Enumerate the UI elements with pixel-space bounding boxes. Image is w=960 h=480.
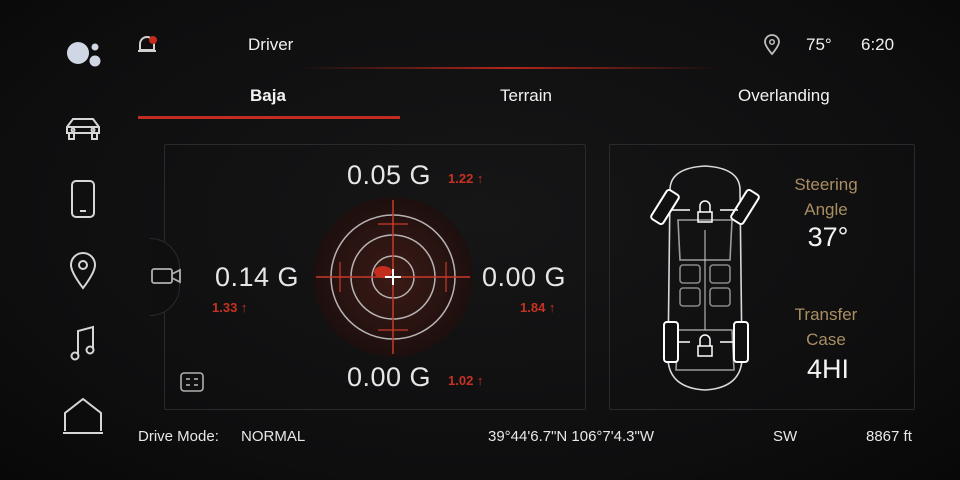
tab-overlanding[interactable]: Overlanding bbox=[738, 86, 830, 106]
steering-angle-value: 37° bbox=[807, 222, 849, 252]
offroad-screen: Driver 75° 6:20 Baja Terrain Overlanding… bbox=[0, 0, 960, 480]
assistant-button[interactable] bbox=[48, 28, 118, 78]
gforce-right-value: 0.00 G bbox=[482, 262, 567, 292]
steering-label-line2: Angle bbox=[804, 200, 848, 219]
steering-angle-label: Steering Angle bbox=[780, 172, 872, 222]
top-divider bbox=[300, 67, 720, 69]
notification-icon[interactable] bbox=[136, 34, 158, 56]
gforce-bottom-value: 0.00 G bbox=[347, 362, 432, 392]
transfer-case-value: 4HI bbox=[806, 354, 850, 384]
clock: 6:20 bbox=[861, 35, 895, 54]
navigation-button[interactable] bbox=[48, 246, 118, 296]
tilt-icon[interactable] bbox=[178, 368, 206, 396]
gforce-left-peak: 1.33 ↑ bbox=[212, 300, 248, 315]
gforce-left-value: 0.14 G bbox=[215, 262, 300, 292]
music-icon bbox=[70, 325, 95, 361]
drive-mode-value[interactable]: NORMAL bbox=[241, 428, 305, 445]
temperature: 75° bbox=[806, 35, 832, 54]
gps-coordinates: 39°44'6.7"N 106°7'4.3"W bbox=[488, 428, 654, 445]
phone-button[interactable] bbox=[48, 174, 118, 224]
gforce-right-peak: 1.84 ↑ bbox=[520, 300, 556, 315]
transfer-label-line2: Case bbox=[806, 330, 846, 349]
navigation-icon bbox=[69, 252, 97, 290]
steering-label-line1: Steering bbox=[794, 175, 858, 194]
gforce-bottom-peak: 1.02 ↑ bbox=[448, 373, 484, 388]
gforce-top-value: 0.05 G bbox=[347, 160, 432, 190]
location-pin-icon bbox=[764, 34, 780, 56]
assistant-icon bbox=[67, 42, 101, 67]
home-icon bbox=[63, 397, 103, 434]
phone-icon bbox=[71, 180, 95, 218]
compass-heading: SW bbox=[773, 428, 798, 445]
active-tab-indicator bbox=[138, 116, 400, 119]
drive-mode-label: Drive Mode: bbox=[138, 428, 219, 445]
home-button[interactable] bbox=[48, 390, 118, 440]
top-bar: Driver 75° 6:20 bbox=[130, 22, 930, 68]
gforce-gauge bbox=[313, 197, 473, 357]
altitude: 8867 ft bbox=[866, 428, 912, 445]
transfer-case-label: Transfer Case bbox=[780, 302, 872, 352]
music-button[interactable] bbox=[48, 318, 118, 368]
vehicle-topdown-icon bbox=[650, 165, 760, 391]
tab-terrain[interactable]: Terrain bbox=[500, 86, 552, 106]
gforce-top-peak: 1.22 ↑ bbox=[448, 171, 484, 186]
vehicle-icon bbox=[66, 118, 100, 140]
tab-baja[interactable]: Baja bbox=[250, 86, 286, 106]
profile-name[interactable]: Driver bbox=[248, 35, 293, 55]
transfer-label-line1: Transfer bbox=[794, 305, 858, 324]
vehicle-button[interactable] bbox=[48, 103, 118, 153]
sidebar bbox=[48, 20, 118, 450]
camera-icon[interactable] bbox=[150, 265, 182, 287]
